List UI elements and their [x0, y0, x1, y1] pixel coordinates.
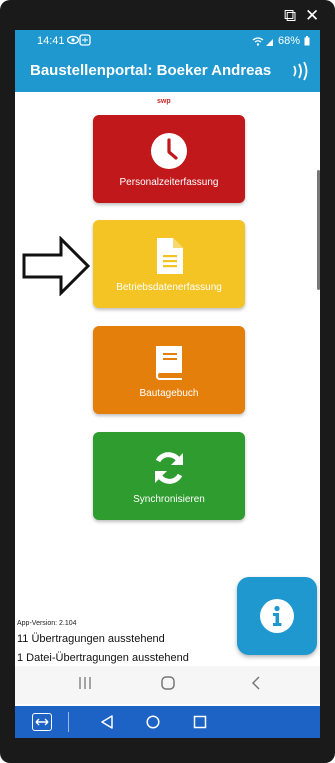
pending-transfers: 11 Übertragungen ausstehend	[17, 633, 165, 645]
tile-label: Synchronisieren	[133, 494, 205, 505]
tile-label: Personalzeiterfassung	[119, 177, 219, 188]
remote-home-icon[interactable]	[146, 715, 160, 729]
eye-icon	[66, 34, 91, 46]
battery-level: 68%	[277, 35, 300, 47]
divider	[68, 712, 69, 732]
document-icon	[157, 238, 183, 274]
tile-personalzeiterfassung[interactable]: Personalzeiterfassung	[93, 115, 245, 203]
tile-bautagebuch[interactable]: Bautagebuch	[93, 326, 245, 414]
nfc-icon[interactable]	[290, 60, 312, 82]
teamviewer-logo-icon[interactable]	[32, 713, 52, 731]
tile-synchronisieren[interactable]: Synchronisieren	[93, 432, 245, 520]
sync-icon	[155, 452, 183, 484]
tile-label: Betriebsdatenerfassung	[116, 282, 222, 293]
status-right: 68%	[252, 35, 310, 47]
phone-screen: 14:41 68% Baustellenportal: Boeker Andre…	[15, 30, 320, 738]
book-icon	[156, 346, 182, 380]
remote-recents-icon[interactable]	[193, 715, 207, 729]
info-icon	[260, 599, 294, 633]
page-title: Baustellenportal: Boeker Andreas	[30, 62, 272, 79]
remote-control-bar	[15, 706, 320, 738]
scrollbar[interactable]	[317, 170, 320, 290]
logo-text: swp	[157, 98, 171, 105]
app-version: App-Version: 2.104	[17, 620, 77, 627]
company-logo: swp	[157, 98, 171, 105]
pending-file-transfers: 1 Datei-Übertragungen ausstehend	[17, 652, 189, 664]
app-bar: Baustellenportal: Boeker Andreas	[15, 52, 320, 92]
close-icon[interactable]: ✕	[305, 6, 319, 26]
tile-label: Bautagebuch	[139, 388, 199, 399]
device-frame: ⧉ ✕ 14:41 68% Baustellenportal: Boeker A…	[0, 0, 335, 763]
notification-icons	[66, 34, 91, 49]
android-nav-bar	[15, 666, 320, 704]
clock-icon	[151, 133, 187, 169]
back-icon[interactable]	[249, 675, 265, 691]
battery-icon	[304, 36, 310, 46]
status-time: 14:41	[37, 35, 65, 47]
tile-betriebsdatenerfassung[interactable]: Betriebsdatenerfassung	[93, 220, 245, 308]
recent-apps-icon[interactable]	[77, 675, 93, 691]
wifi-signal-icon	[252, 36, 273, 46]
home-icon[interactable]	[160, 675, 176, 691]
pointer-arrow-icon	[22, 236, 91, 296]
status-bar: 14:41 68%	[15, 30, 320, 52]
info-button[interactable]	[237, 577, 317, 655]
remote-back-icon[interactable]	[100, 715, 114, 729]
popout-icon[interactable]: ⧉	[284, 6, 296, 26]
